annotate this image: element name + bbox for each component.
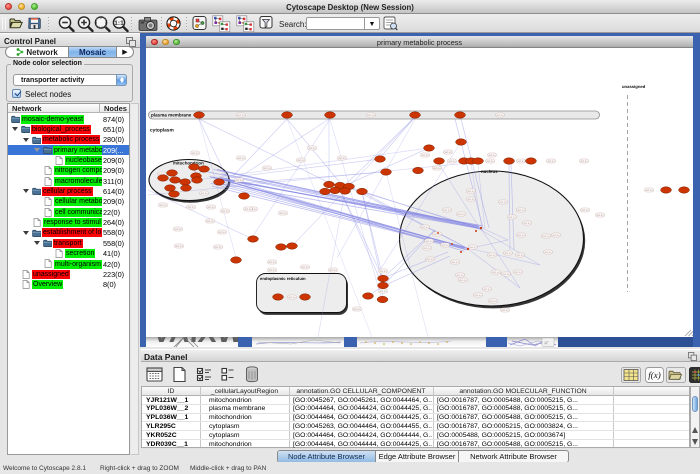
svg-text:GO:44: GO:44 [508, 216, 516, 219]
svg-text:GO:44: GO:44 [457, 213, 465, 216]
svg-text:endoplasmic reticulum: endoplasmic reticulum [260, 276, 306, 281]
svg-text:plasma membrane: plasma membrane [151, 113, 191, 118]
svg-text:GO:44: GO:44 [187, 206, 195, 209]
svg-text:GO:44: GO:44 [459, 279, 467, 282]
svg-text:GO:44: GO:44 [444, 151, 452, 154]
svg-text:GO:44: GO:44 [221, 210, 229, 213]
svg-text:GO:44: GO:44 [237, 157, 245, 160]
svg-text:GO:44: GO:44 [456, 274, 464, 277]
svg-text:GO:44: GO:44 [218, 231, 226, 234]
svg-text:GO:44: GO:44 [492, 271, 500, 274]
svg-text:GO:44: GO:44 [175, 245, 183, 248]
svg-text:GO:44: GO:44 [433, 167, 441, 170]
svg-text:GO:44: GO:44 [489, 300, 497, 303]
svg-text:GO:44: GO:44 [379, 290, 387, 293]
svg-text:GO:44: GO:44 [581, 209, 589, 212]
svg-text:GO:44: GO:44 [235, 179, 243, 182]
svg-text:GO:44: GO:44 [279, 212, 287, 215]
svg-text:GO:44: GO:44 [268, 261, 276, 264]
svg-text:GO:44: GO:44 [353, 308, 361, 311]
svg-text:GO:44: GO:44 [244, 208, 252, 211]
svg-text:GO:44: GO:44 [421, 226, 429, 229]
svg-text:GO:44: GO:44 [504, 252, 512, 255]
svg-text:GO:44: GO:44 [308, 147, 316, 150]
svg-text:GO:44: GO:44 [237, 114, 245, 117]
svg-text:GO:44: GO:44 [207, 206, 215, 209]
svg-text:GO:44: GO:44 [523, 222, 531, 225]
svg-text:GO:44: GO:44 [517, 160, 525, 163]
svg-text:GO:44: GO:44 [486, 160, 494, 163]
svg-text:GO:44: GO:44 [379, 270, 387, 273]
svg-text:GO:44: GO:44 [451, 261, 459, 264]
svg-text:GO:44: GO:44 [580, 160, 588, 163]
svg-text:GO:44: GO:44 [496, 114, 504, 117]
svg-text:GO:44: GO:44 [542, 235, 550, 238]
svg-text:GO:44: GO:44 [501, 309, 509, 312]
svg-text:GO:44: GO:44 [200, 192, 208, 195]
svg-text:GO:44: GO:44 [467, 198, 475, 201]
svg-text:GO:44: GO:44 [645, 189, 653, 192]
svg-text:GO:44: GO:44 [596, 214, 604, 217]
svg-text:GO:44: GO:44 [517, 234, 525, 237]
svg-text:GO:44: GO:44 [301, 266, 309, 269]
svg-text:nucleus: nucleus [481, 169, 498, 174]
svg-text:GO:44: GO:44 [425, 240, 433, 243]
svg-text:GO:44: GO:44 [214, 246, 222, 249]
svg-text:GO:44: GO:44 [483, 288, 491, 291]
svg-text:GO:44: GO:44 [514, 271, 522, 274]
svg-text:GO:44: GO:44 [448, 160, 456, 163]
svg-text:GO:44: GO:44 [423, 247, 431, 250]
svg-text:GO:44: GO:44 [367, 114, 375, 117]
svg-text:GO:44: GO:44 [467, 190, 475, 193]
svg-text:GO:44: GO:44 [502, 273, 510, 276]
svg-text:GO:44: GO:44 [488, 254, 496, 257]
svg-text:GO:44: GO:44 [263, 167, 271, 170]
svg-text:GO:44: GO:44 [499, 201, 507, 204]
svg-text:unassigned: unassigned [622, 84, 645, 89]
svg-text:cytoplasm: cytoplasm [150, 128, 174, 134]
svg-text:GO:44: GO:44 [159, 204, 167, 207]
svg-text:GO:44: GO:44 [469, 246, 477, 249]
svg-text:GO:44: GO:44 [441, 244, 449, 247]
svg-text:GO:44: GO:44 [297, 159, 305, 162]
svg-text:GO:44: GO:44 [268, 269, 276, 272]
svg-text:GO:44: GO:44 [517, 209, 525, 212]
svg-text:GO:44: GO:44 [206, 220, 214, 223]
svg-text:GO:44: GO:44 [552, 234, 560, 237]
svg-text:GO:44: GO:44 [443, 209, 451, 212]
svg-text:GO:44: GO:44 [474, 294, 482, 297]
svg-text:GO:44: GO:44 [488, 154, 496, 157]
svg-text:GO:44: GO:44 [329, 269, 337, 272]
svg-text:1:1: 1:1 [114, 19, 123, 27]
svg-text:GO:44: GO:44 [426, 258, 434, 261]
svg-text:GO:44: GO:44 [516, 254, 524, 257]
svg-text:GO:44: GO:44 [288, 296, 296, 299]
svg-text:mitochondrion: mitochondrion [173, 161, 204, 166]
svg-text:GO:44: GO:44 [338, 157, 346, 160]
svg-text:GO:44: GO:44 [547, 160, 555, 163]
svg-text:GO:44: GO:44 [174, 228, 182, 231]
svg-text:GO:44: GO:44 [421, 154, 429, 157]
svg-text:f(x): f(x) [648, 370, 661, 380]
svg-text:GO:44: GO:44 [544, 251, 552, 254]
svg-text:GO:44: GO:44 [191, 152, 199, 155]
